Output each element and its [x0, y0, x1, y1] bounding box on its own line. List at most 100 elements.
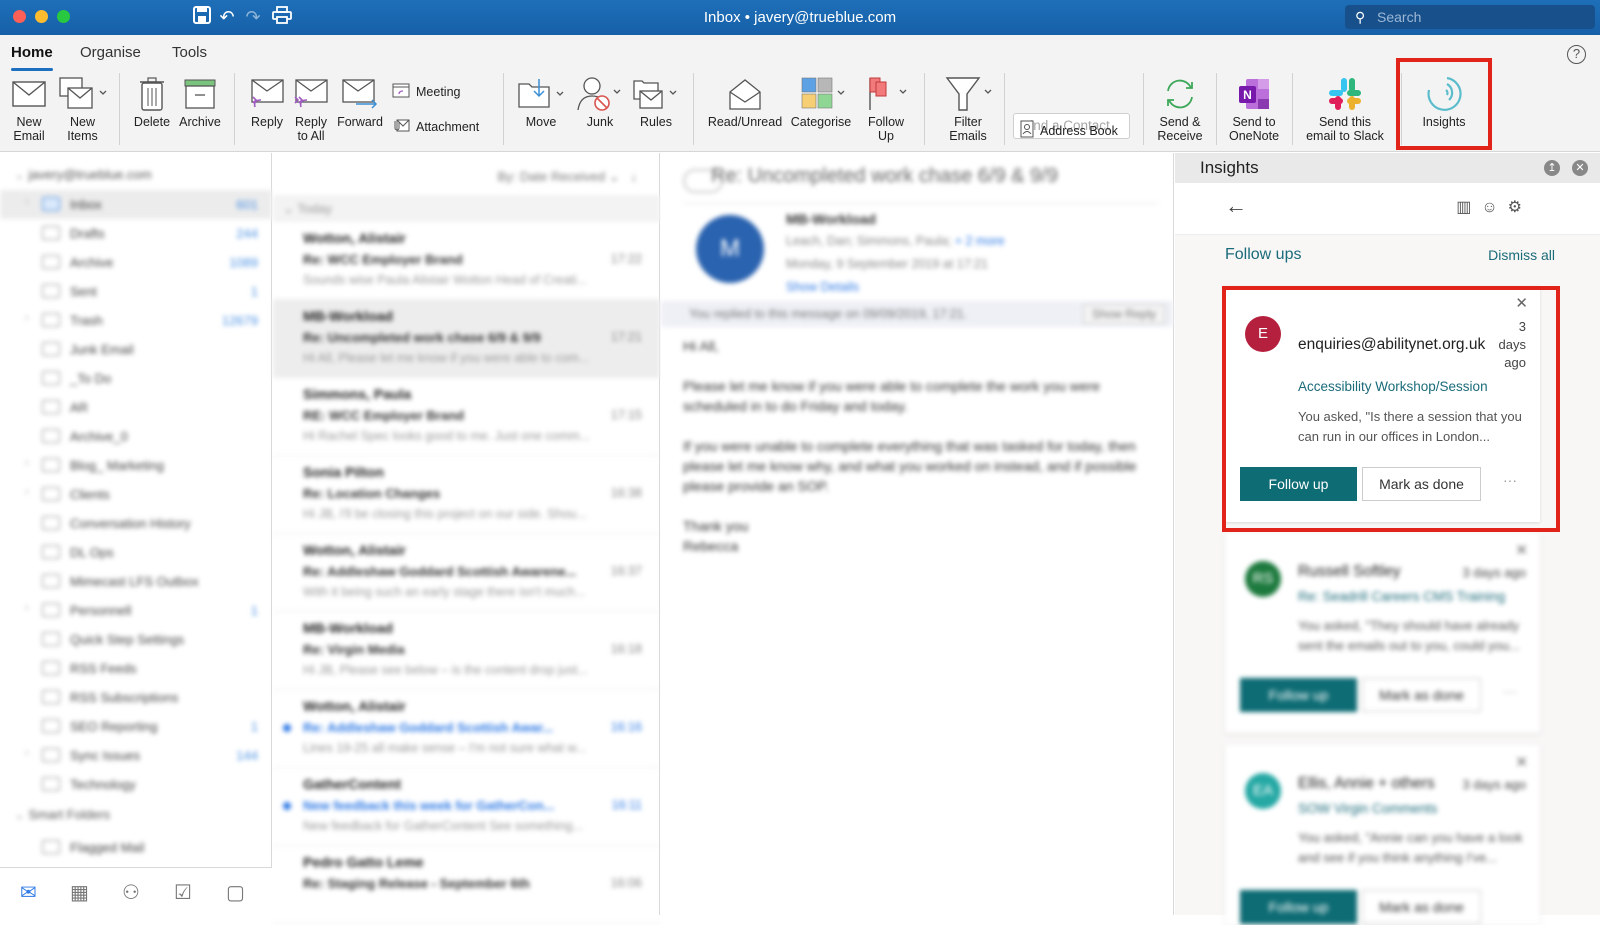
reply-all-button[interactable]: Reply to All: [290, 73, 332, 143]
send-to-onenote-button[interactable]: N Send to OneNote: [1224, 73, 1284, 143]
move-button[interactable]: Move: [515, 73, 567, 129]
ribbon-divider: [1216, 73, 1217, 145]
folder-item[interactable]: Technology: [0, 770, 272, 799]
email-topic-link[interactable]: Re: Seadrill Careers CMS Training: [1298, 589, 1505, 604]
address-book-button[interactable]: Address Book: [1020, 120, 1118, 141]
read-unread-button[interactable]: Read/Unread: [706, 73, 784, 129]
account-label[interactable]: ⌄ javery@trueblue.com: [14, 167, 152, 183]
expand-chevron-icon[interactable]: ›: [25, 747, 29, 759]
folder-item[interactable]: Quick Step Settings: [0, 625, 272, 654]
mail-icon[interactable]: ✉: [20, 880, 37, 905]
follow-up-button[interactable]: Follow Up: [860, 73, 912, 143]
back-arrow-icon[interactable]: ←: [1225, 193, 1247, 219]
follow-up-button[interactable]: Follow up: [1240, 890, 1357, 924]
message-row[interactable]: Simmons, Paula RE: WCC Employer Brand 17:1…: [273, 378, 660, 456]
group-header[interactable]: ⌄ Today: [273, 195, 660, 222]
mark-as-done-button[interactable]: Mark as done: [1362, 890, 1481, 924]
folder-item[interactable]: › Personnell 1: [0, 596, 272, 625]
folder-item[interactable]: _To Do: [0, 364, 272, 393]
email-topic-link[interactable]: SOW Virgin Comments: [1298, 801, 1437, 816]
tab-organise[interactable]: Organise: [80, 44, 141, 61]
folder-item[interactable]: Flagged Mail: [0, 833, 272, 862]
folder-item[interactable]: RSS Feeds: [0, 654, 272, 683]
categorise-button[interactable]: Categorise: [788, 73, 854, 129]
folder-name: Sent: [70, 284, 97, 299]
more-recipients-link[interactable]: + 2 more: [955, 234, 1005, 248]
filter-emails-button[interactable]: Filter Emails: [936, 73, 1000, 143]
folder-name: RSS Feeds: [70, 661, 137, 676]
folder-item[interactable]: Conversation History: [0, 509, 272, 538]
archive-icon: [176, 73, 224, 115]
message-row[interactable]: Wotton, Alistair Re: Addleshaw Goddard Sc…: [273, 534, 660, 612]
show-details-link[interactable]: Show Details: [786, 280, 859, 294]
message-row[interactable]: Wotton, Alistair Re: WCC Employer Brand 17…: [273, 222, 660, 300]
expand-chevron-icon[interactable]: ›: [25, 196, 29, 208]
folder-item[interactable]: DL Ops: [0, 538, 272, 567]
folder-icon: [42, 429, 60, 443]
people-icon[interactable]: ⚇: [122, 880, 140, 905]
folder-item[interactable]: › Inbox 601: [0, 190, 272, 219]
message-row[interactable]: Sonia Pilton Re: Location Changes 16:38 Hi …: [273, 456, 660, 534]
folder-icon: [42, 284, 60, 298]
folder-item[interactable]: Drafts 244: [0, 219, 272, 248]
tasks-icon[interactable]: ☑: [174, 880, 192, 905]
expand-chevron-icon[interactable]: ›: [25, 602, 29, 614]
calendar-icon[interactable]: ▦: [70, 880, 89, 905]
expand-chevron-icon[interactable]: ›: [25, 486, 29, 498]
folder-item[interactable]: Mimecast LFS Outbox: [0, 567, 272, 596]
close-pane-icon[interactable]: ✕: [1572, 160, 1588, 176]
tab-home[interactable]: Home: [11, 44, 53, 71]
chart-icon[interactable]: ▥: [1456, 199, 1481, 216]
folder-item[interactable]: › Clients: [0, 480, 272, 509]
expand-chevron-icon[interactable]: ›: [25, 312, 29, 324]
send-to-slack-button[interactable]: Send this email to Slack: [1300, 73, 1390, 143]
folder-item[interactable]: AR: [0, 393, 272, 422]
new-email-button[interactable]: New Email: [8, 73, 50, 143]
folder-item[interactable]: › Trash 12679: [0, 306, 272, 335]
dismiss-all-link[interactable]: Dismiss all: [1488, 247, 1555, 263]
forward-button[interactable]: Forward: [335, 73, 385, 129]
notes-icon[interactable]: ▢: [226, 880, 245, 905]
message-row[interactable]: GatherContent New feedback this week for …: [273, 768, 660, 846]
more-options-icon[interactable]: ···: [1503, 683, 1517, 699]
attachment-button[interactable]: Attachment: [392, 118, 479, 135]
search-input[interactable]: ⚲ Search: [1345, 5, 1595, 29]
meeting-button[interactable]: Meeting: [392, 82, 460, 101]
help-icon[interactable]: ?: [1567, 45, 1586, 64]
unread-count: 601: [236, 197, 258, 212]
pin-icon[interactable]: ↥: [1544, 160, 1560, 176]
rules-button[interactable]: Rules: [630, 73, 682, 129]
folder-item[interactable]: › Sync Issues 144: [0, 741, 272, 770]
show-reply-button[interactable]: Show Reply: [1082, 304, 1165, 324]
folder-item[interactable]: SEO Reporting 1: [0, 712, 272, 741]
settings-gear-icon[interactable]: ⚙: [1508, 199, 1532, 216]
message-subject: Re: Uncompleted work chase 6/9 & 9/9: [711, 165, 1058, 187]
message-row[interactable]: Pedro Gatto Leme Re: Staging Release - Se…: [273, 846, 660, 924]
folder-item[interactable]: Sent 1: [0, 277, 272, 306]
folder-item[interactable]: Junk Email: [0, 335, 272, 364]
junk-button[interactable]: Junk: [574, 73, 626, 129]
sender-name[interactable]: MB-Workload: [786, 211, 876, 227]
dismiss-card-icon[interactable]: ✕: [1515, 541, 1528, 559]
expand-chevron-icon[interactable]: ›: [25, 457, 29, 469]
smart-folders-label[interactable]: ⌄ Smart Folders: [14, 807, 110, 823]
message-row[interactable]: MB-Workload Re: Uncompleted work chase 6/…: [273, 300, 660, 378]
message-row[interactable]: MB-Workload Re: Virgin Media 16:18 Hi JB, P…: [273, 612, 660, 690]
tab-tools[interactable]: Tools: [172, 44, 207, 61]
send-receive-button[interactable]: Send & Receive: [1152, 73, 1208, 143]
sort-dropdown[interactable]: By: Date Received ⌄ ↓: [497, 169, 637, 185]
dismiss-card-icon[interactable]: ✕: [1515, 753, 1528, 771]
folder-item[interactable]: Archive_0: [0, 422, 272, 451]
feedback-smiley-icon[interactable]: ☺: [1481, 199, 1507, 216]
follow-up-button[interactable]: Follow up: [1240, 678, 1357, 712]
message-row[interactable]: Wotton, Alistair Re: Addleshaw Goddard Sc…: [273, 690, 660, 768]
delete-button[interactable]: Delete: [130, 73, 174, 129]
archive-button[interactable]: Archive: [176, 73, 224, 129]
folder-item[interactable]: RSS Subscriptions: [0, 683, 272, 712]
folder-item[interactable]: Archive 1089: [0, 248, 272, 277]
new-items-button[interactable]: New Items: [55, 73, 110, 143]
folder-item[interactable]: › Blog_ Marketing: [0, 451, 272, 480]
mark-as-done-button[interactable]: Mark as done: [1362, 678, 1481, 712]
reply-button[interactable]: Reply: [245, 73, 289, 129]
message-sender: Sonia Pilton: [303, 464, 384, 480]
